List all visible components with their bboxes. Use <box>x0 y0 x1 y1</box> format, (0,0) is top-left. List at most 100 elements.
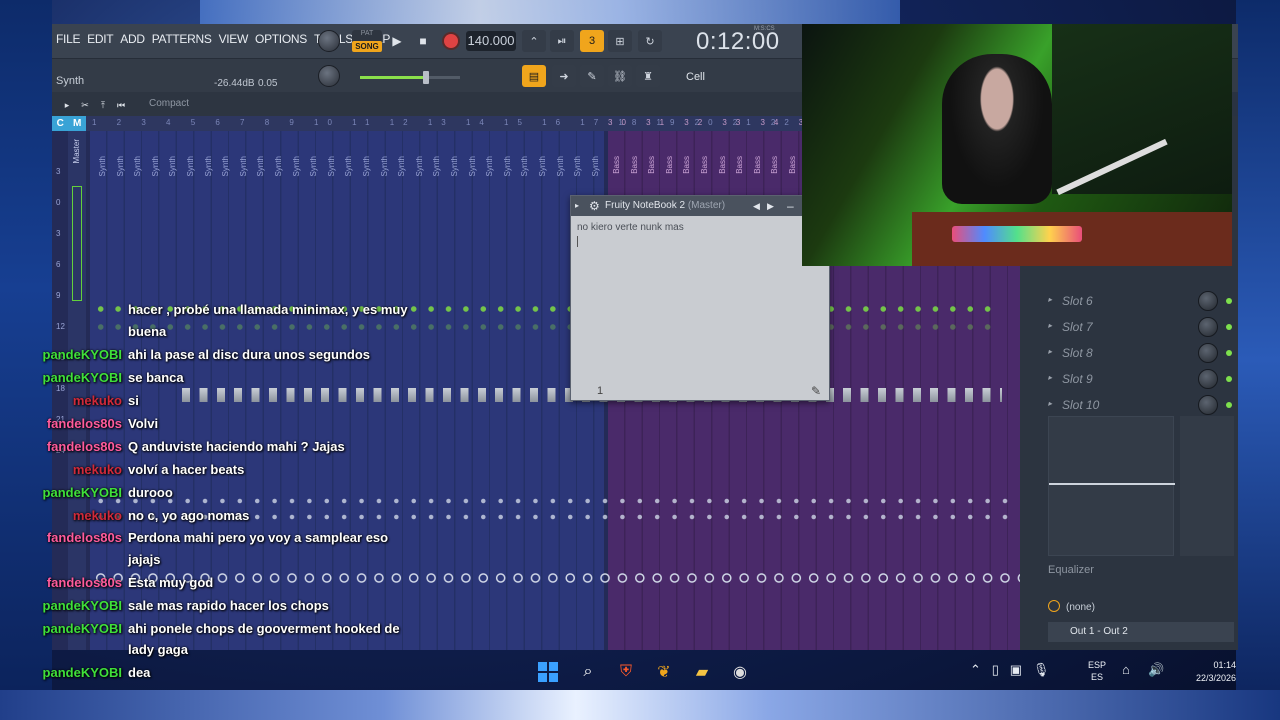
master-volume-knob[interactable] <box>318 30 340 52</box>
slot-mix-knob[interactable] <box>1198 395 1218 415</box>
triangle-icon[interactable]: ▸ <box>575 196 579 216</box>
countdown-button[interactable]: 3 <box>580 30 604 52</box>
notebook-text[interactable]: no kiero verte nunk mas <box>577 222 684 233</box>
chat-text: Esta muy god <box>128 575 214 590</box>
stamp-button[interactable]: ♜ <box>636 65 660 87</box>
taskbar-clock[interactable]: 01:14 22/3/2026 <box>1190 659 1236 685</box>
route-arrows-row[interactable] <box>92 496 1022 506</box>
step-edit-button[interactable]: ⊞ <box>608 30 632 52</box>
db-scale-tick: 0 <box>56 198 61 207</box>
menu-add[interactable]: ADD <box>120 32 145 46</box>
search-button[interactable]: ⌕ <box>576 660 600 684</box>
output-rings-row[interactable] <box>92 572 1022 584</box>
mixer-view-selector[interactable]: Compact <box>149 98 189 109</box>
slot-mix-knob[interactable] <box>1198 343 1218 363</box>
menu-edit[interactable]: EDIT <box>87 32 113 46</box>
language-indicator[interactable]: ESP ES <box>1088 659 1106 683</box>
effect-slot[interactable]: ▸ Slot 9 <box>1020 366 1238 392</box>
effect-slot[interactable]: ▸ Slot 6 <box>1020 288 1238 314</box>
wait-input-button[interactable]: ⏯ <box>550 30 574 52</box>
chat-username: mekuko <box>72 462 122 477</box>
usb-icon[interactable]: ▯ <box>992 662 999 677</box>
gear-icon[interactable]: ⚙ <box>589 196 600 216</box>
route-leds-row[interactable] <box>92 322 992 332</box>
link-button[interactable]: ⛓ <box>608 65 632 87</box>
strip-name: Synth <box>414 156 424 177</box>
strip-name: Synth <box>432 156 442 177</box>
equalizer-label: Equalizer <box>1048 564 1094 576</box>
effect-slot[interactable]: ▸ Slot 8 <box>1020 340 1238 366</box>
play-button[interactable]: ▶ <box>386 30 408 52</box>
mixer-tool-3[interactable]: ⏮ <box>110 94 132 116</box>
snap-selector[interactable]: Cell <box>680 68 740 86</box>
microphone-icon[interactable]: 🎙 <box>1033 662 1050 677</box>
paint-tool-button[interactable]: ✎ <box>580 65 604 87</box>
next-button[interactable]: ➜ <box>552 65 576 87</box>
arrow-right-icon: ➜ <box>559 70 569 83</box>
obs-button[interactable]: ◉ <box>728 660 752 684</box>
slot-mix-knob[interactable] <box>1198 317 1218 337</box>
menu-options[interactable]: OPTIONS <box>255 32 307 46</box>
effect-slot[interactable]: ▸ Slot 7 <box>1020 314 1238 340</box>
chat-username: pandeKYOBI <box>42 665 122 680</box>
pat-song-toggle[interactable]: PAT SONG <box>352 30 382 52</box>
effect-slot[interactable]: ▸ Slot 10 <box>1020 392 1238 418</box>
fl-studio-button[interactable]: ❦ <box>652 660 676 684</box>
eq-preset[interactable]: (none) <box>1048 600 1095 613</box>
menu-file[interactable]: FILE <box>56 32 80 46</box>
slot-enable-led[interactable] <box>1226 402 1232 408</box>
volume-icon[interactable]: 🔊 <box>1148 662 1164 678</box>
notebook-page-number[interactable]: 1 <box>597 385 603 397</box>
slot-enable-led[interactable] <box>1226 298 1232 304</box>
slot-mix-knob[interactable] <box>1198 369 1218 389</box>
chevron-up-icon[interactable]: ⌃ <box>970 662 981 677</box>
triangle-icon[interactable]: ▸ <box>1048 347 1052 356</box>
triangle-icon[interactable]: ▸ <box>1048 295 1052 304</box>
slot-enable-led[interactable] <box>1226 324 1232 330</box>
pencil-icon[interactable]: ✎ <box>811 384 821 398</box>
menu-patterns[interactable]: PATTERNS <box>152 32 212 46</box>
record-button[interactable] <box>440 30 462 52</box>
mixer-toolbar: ▸ ✂ ⤒ ⏮ Compact <box>52 92 802 116</box>
ruler-c[interactable]: C <box>57 116 64 131</box>
strip-name: Synth <box>379 156 389 177</box>
webcam-overlay <box>802 24 1232 266</box>
windows-start-button[interactable] <box>536 660 560 684</box>
upload-icon: ⤒ <box>101 99 105 110</box>
tempo-display[interactable]: 140.000 <box>466 31 516 51</box>
app-tray-icon[interactable]: ▣ <box>1010 662 1022 677</box>
triangle-icon[interactable]: ▸ <box>1048 321 1052 330</box>
slider-thumb[interactable] <box>423 71 429 84</box>
ruler-m[interactable]: M <box>73 116 81 131</box>
slot-enable-led[interactable] <box>1226 350 1232 356</box>
triangle-icon[interactable]: ▸ <box>1048 399 1052 408</box>
brave-button[interactable]: ⛨ <box>614 660 638 684</box>
pitch-knob[interactable] <box>318 65 340 87</box>
prev-page-icon[interactable]: ◀ <box>753 196 760 216</box>
metronome-button[interactable]: ⌃ <box>522 30 546 52</box>
playlist-button[interactable]: ▤ <box>522 65 546 87</box>
strip-name: Bass <box>647 156 657 174</box>
file-explorer-icon: ▰ <box>695 664 709 681</box>
chat-message: mekuko no c, yo ago nomas <box>40 508 250 523</box>
file-explorer-button[interactable]: ▰ <box>690 660 714 684</box>
time-display[interactable]: 0:12:00 <box>696 28 780 56</box>
chat-username: mekuko <box>72 508 122 523</box>
triangle-icon[interactable]: ▸ <box>1048 373 1052 382</box>
eq-faders[interactable] <box>1180 416 1234 556</box>
loop-record-button[interactable]: ↻ <box>638 30 662 52</box>
master-pitch-slider[interactable] <box>360 71 460 84</box>
slot-enable-led[interactable] <box>1226 376 1232 382</box>
network-icon[interactable]: ⌂ <box>1122 662 1130 677</box>
strip-name: Bass <box>612 156 621 174</box>
stop-button[interactable]: ■ <box>412 30 434 52</box>
notebook-titlebar[interactable]: ▸ ⚙ Fruity NoteBook 2 (Master) ◀ ▶ – <box>571 196 829 216</box>
menu-view[interactable]: VIEW <box>219 32 249 46</box>
next-page-icon[interactable]: ▶ <box>767 196 774 216</box>
eq-display[interactable] <box>1048 416 1175 556</box>
slot-mix-knob[interactable] <box>1198 291 1218 311</box>
strip-name: Bass <box>752 156 762 174</box>
chat-username: pandeKYOBI <box>42 485 122 500</box>
minimize-icon[interactable]: – <box>787 196 794 216</box>
output-selector[interactable]: Out 1 - Out 2 <box>1048 622 1234 642</box>
